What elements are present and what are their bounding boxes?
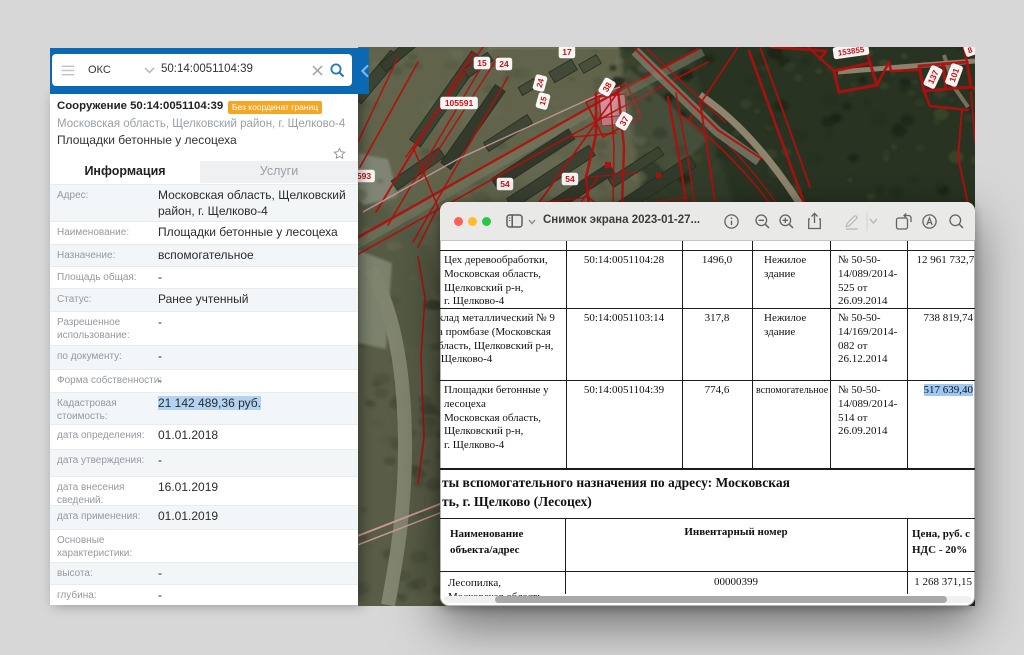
svg-text:24: 24 <box>499 59 509 69</box>
svg-text:105591: 105591 <box>445 98 474 108</box>
svg-text:593: 593 <box>358 171 371 181</box>
svg-text:54: 54 <box>500 179 510 189</box>
svg-text:54: 54 <box>565 174 575 184</box>
svg-text:17: 17 <box>562 47 572 57</box>
svg-text:15: 15 <box>477 58 487 68</box>
